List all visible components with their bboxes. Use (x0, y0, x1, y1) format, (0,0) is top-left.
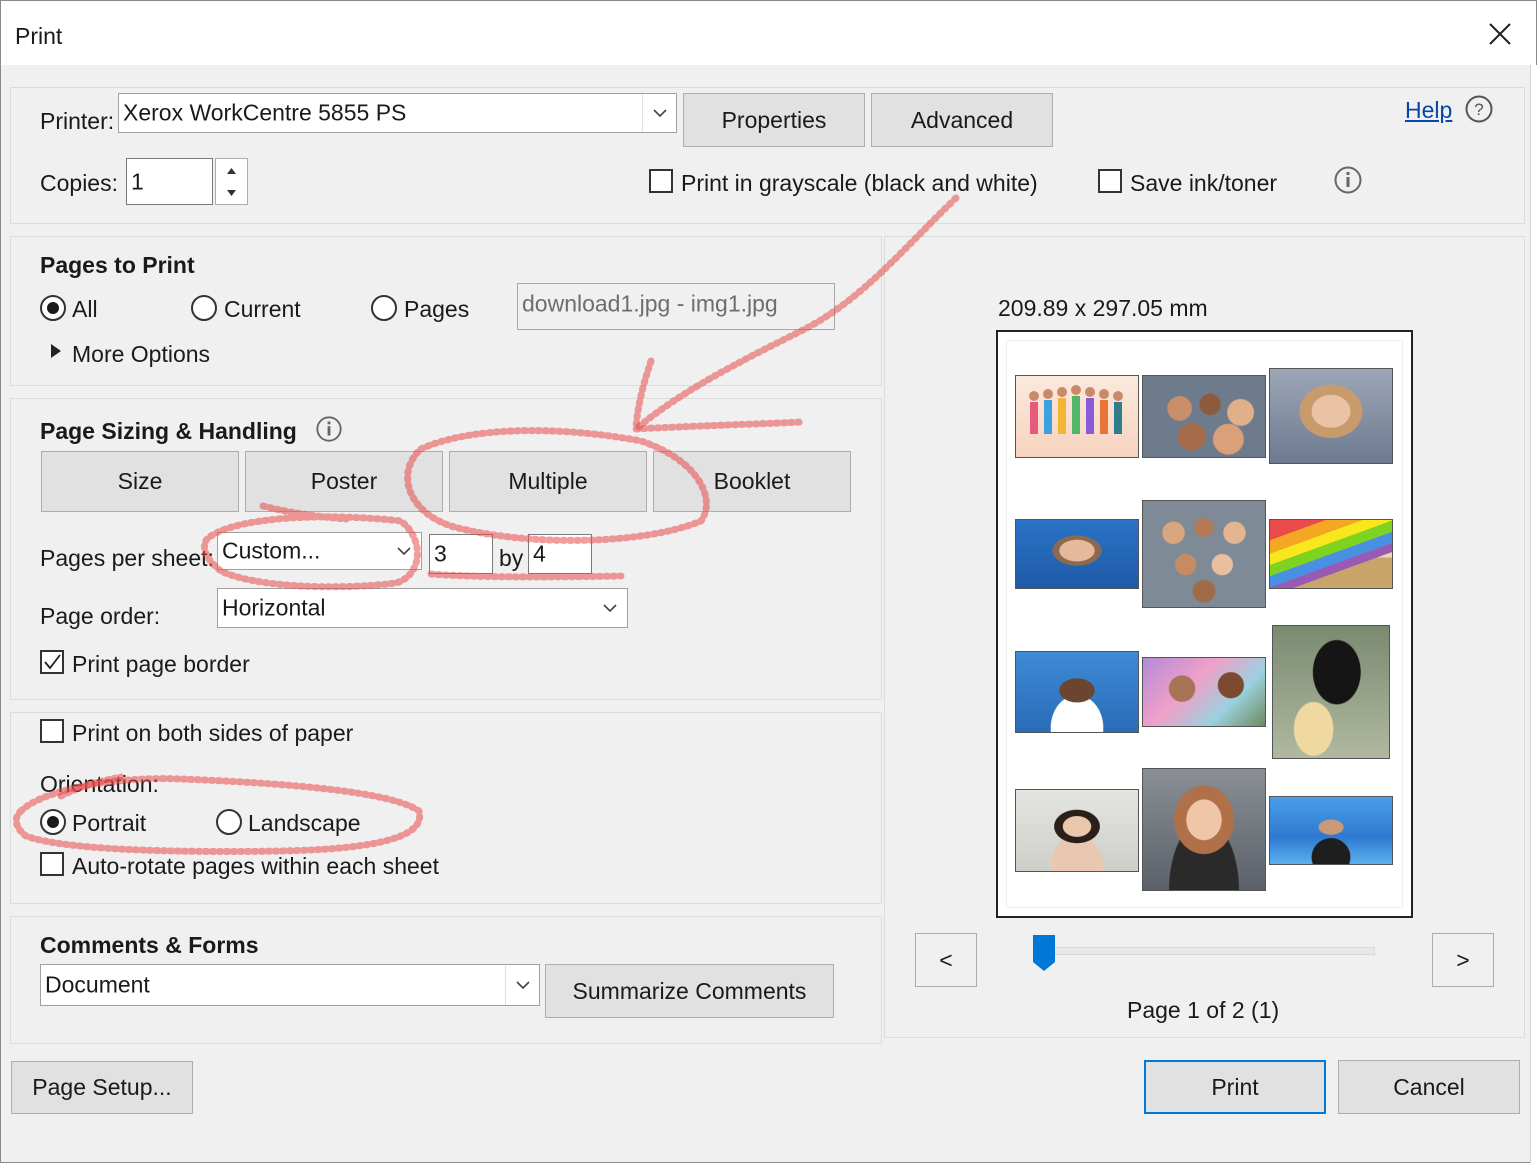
radio-landscape[interactable] (216, 809, 242, 835)
pages-range-value: download1.jpg - img1.jpg (522, 290, 778, 317)
page-setup-button[interactable]: Page Setup... (11, 1061, 193, 1114)
radio-portrait[interactable] (40, 809, 66, 835)
comments-heading: Comments & Forms (40, 932, 259, 958)
printer-select-value: Xerox WorkCentre 5855 PS (123, 99, 407, 126)
pages-range-field[interactable]: download1.jpg - img1.jpg (517, 283, 835, 330)
advanced-button[interactable]: Advanced (871, 93, 1053, 147)
previous-page-button[interactable]: < (915, 933, 977, 987)
info-icon[interactable] (315, 415, 343, 443)
printer-select[interactable]: Xerox WorkCentre 5855 PS (118, 93, 677, 133)
page-order-value: Horizontal (222, 594, 326, 621)
both-sides-checkbox[interactable] (40, 719, 64, 743)
print-border-label: Print page border (72, 651, 250, 677)
thumbnail-image (1142, 375, 1266, 458)
radio-current[interactable] (191, 295, 217, 321)
more-options-toggle[interactable]: More Options (72, 341, 210, 368)
summarize-comments-button[interactable]: Summarize Comments (545, 964, 834, 1018)
rows-value: 4 (533, 540, 546, 567)
rows-field[interactable]: 4 (528, 534, 592, 574)
thumbnail-image (1015, 789, 1139, 872)
thumbnail-image (1015, 651, 1139, 733)
radio-landscape-label: Landscape (248, 810, 361, 836)
radio-pages-label: Pages (404, 296, 470, 322)
printer-label: Printer: (40, 108, 115, 134)
arrow-down-icon[interactable] (216, 182, 247, 204)
title-bar: Print (1, 1, 1536, 65)
chevron-down-icon (642, 94, 676, 132)
cancel-button[interactable]: Cancel (1338, 1060, 1520, 1114)
arrow-up-icon[interactable] (216, 159, 247, 181)
tab-size[interactable]: Size (41, 451, 239, 512)
thumbnail-image (1269, 796, 1393, 865)
thumbnail-image (1142, 657, 1266, 727)
properties-button[interactable]: Properties (683, 93, 865, 147)
page-slider-handle[interactable] (1032, 934, 1056, 972)
thumbnail-image (1015, 375, 1139, 458)
next-page-button[interactable]: > (1432, 933, 1494, 987)
columns-value: 3 (434, 540, 447, 567)
page-sizing-heading: Page Sizing & Handling (40, 418, 297, 444)
comments-select[interactable]: Document (40, 964, 540, 1006)
radio-all-label: All (72, 296, 98, 322)
pages-per-sheet-value: Custom... (222, 537, 321, 564)
chevron-down-icon (387, 533, 421, 569)
close-icon[interactable] (1485, 19, 1515, 49)
grayscale-checkbox[interactable] (649, 169, 673, 193)
help-icon[interactable]: ? (1464, 94, 1494, 124)
expand-triangle-icon[interactable] (49, 343, 63, 359)
radio-portrait-label: Portrait (72, 810, 147, 836)
thumbnail-image (1272, 625, 1390, 759)
tab-multiple[interactable]: Multiple (449, 451, 647, 512)
window-edge (1530, 65, 1537, 1163)
pages-to-print-heading: Pages to Print (40, 252, 195, 278)
pages-per-sheet-label: Pages per sheet: (40, 545, 214, 571)
radio-all[interactable] (40, 295, 66, 321)
thumbnail-image (1269, 368, 1393, 464)
thumbnail-image (1269, 519, 1393, 589)
preview-dimensions: 209.89 x 297.05 mm (998, 295, 1208, 321)
save-ink-checkbox[interactable] (1098, 169, 1122, 193)
page-order-select[interactable]: Horizontal (217, 588, 628, 628)
grayscale-label: Print in grayscale (black and white) (681, 170, 1038, 196)
print-button[interactable]: Print (1144, 1060, 1326, 1114)
auto-rotate-label: Auto-rotate pages within each sheet (72, 853, 439, 879)
chevron-down-icon (505, 965, 539, 1005)
copies-value: 1 (131, 168, 144, 194)
save-ink-label: Save ink/toner (1130, 170, 1278, 196)
svg-text:?: ? (1474, 100, 1483, 119)
thumbnail-image (1015, 519, 1139, 589)
chevron-down-icon (593, 589, 627, 627)
by-label: by (499, 545, 524, 571)
page-slider-track[interactable] (1043, 947, 1375, 955)
orientation-label: Orientation: (40, 771, 159, 797)
radio-current-label: Current (224, 296, 301, 322)
page-status: Page 1 of 2 (1) (1127, 997, 1280, 1023)
copies-field[interactable]: 1 (126, 158, 213, 205)
info-icon[interactable] (1333, 165, 1363, 195)
dialog-title: Print (15, 23, 63, 49)
help-link[interactable]: Help (1405, 97, 1452, 124)
print-border-checkbox[interactable] (40, 650, 64, 674)
copies-stepper[interactable] (215, 158, 248, 205)
checkmark-icon (44, 654, 61, 670)
comments-select-value: Document (45, 971, 150, 998)
tab-booklet[interactable]: Booklet (653, 451, 851, 512)
thumbnail-image (1142, 500, 1266, 608)
print-dialog: Print Printer: Xerox WorkCentre 5855 PS … (0, 0, 1537, 1163)
pages-per-sheet-select[interactable]: Custom... (217, 532, 422, 570)
thumbnail-image (1142, 768, 1266, 891)
both-sides-label: Print on both sides of paper (72, 720, 354, 746)
columns-field[interactable]: 3 (429, 534, 493, 574)
tab-poster[interactable]: Poster (245, 451, 443, 512)
auto-rotate-checkbox[interactable] (40, 852, 64, 876)
copies-label: Copies: (40, 170, 118, 196)
radio-pages[interactable] (371, 295, 397, 321)
page-order-label: Page order: (40, 603, 161, 629)
